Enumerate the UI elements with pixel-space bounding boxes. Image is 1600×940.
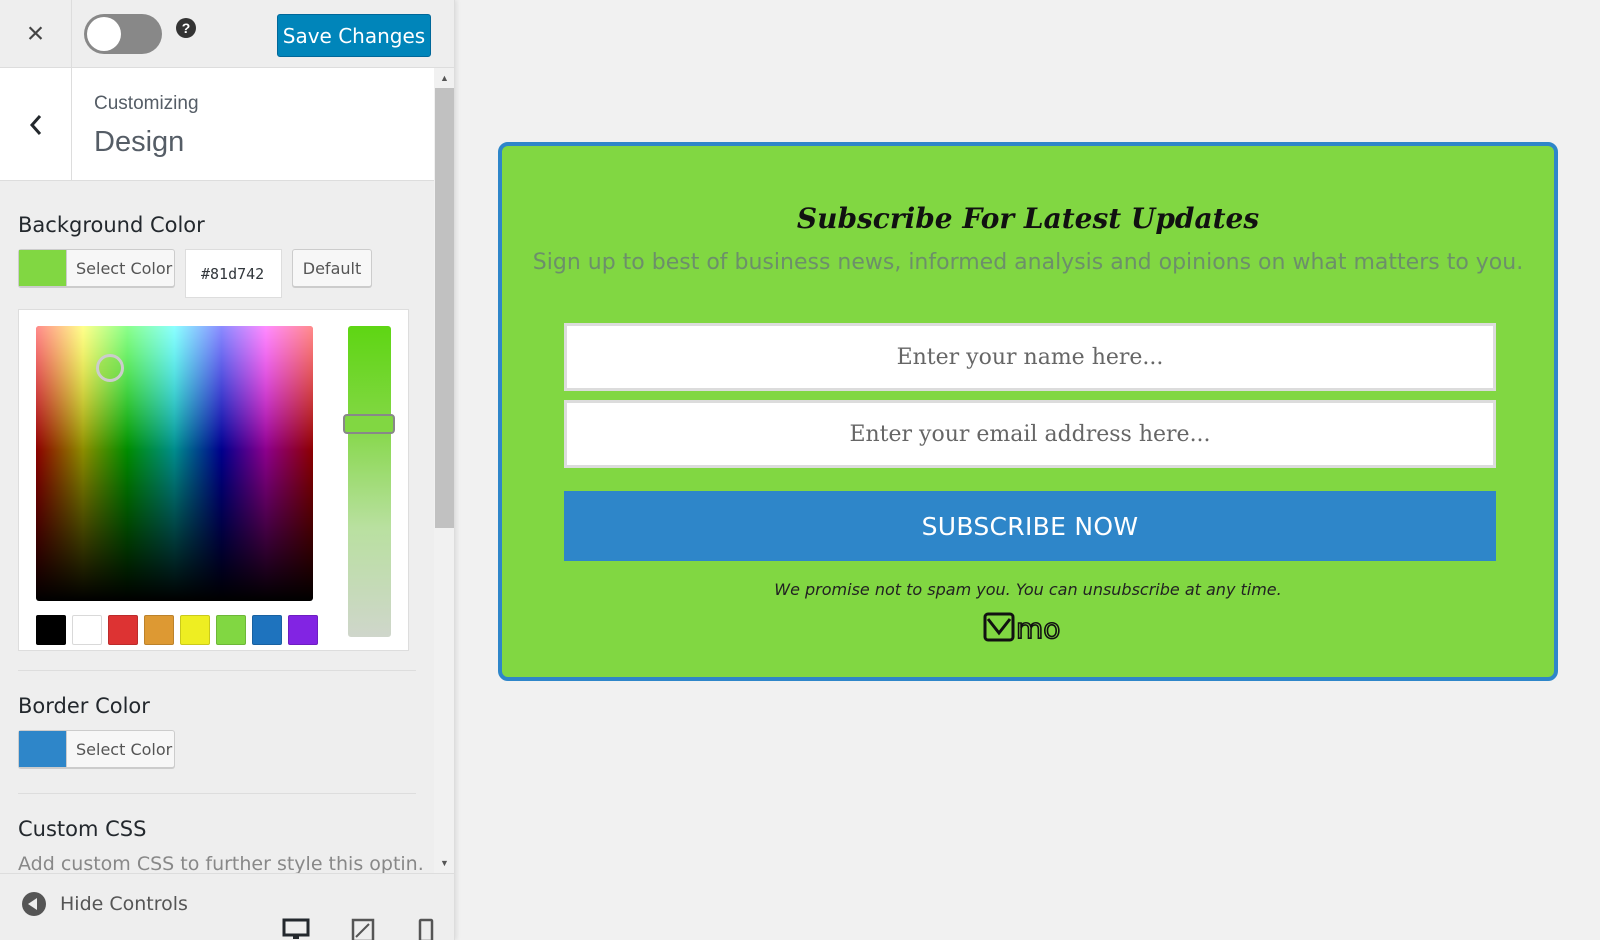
background-hex-input[interactable]: #81d742 <box>185 249 282 298</box>
no-spam-note: We promise not to spam you. You can unsu… <box>774 580 1282 599</box>
save-changes-button[interactable]: Save Changes <box>277 14 431 57</box>
background-color-select-button[interactable]: Select Color <box>18 249 175 287</box>
palette-swatch-black[interactable] <box>36 615 66 645</box>
toggle-knob <box>87 17 121 51</box>
scroll-down-arrow-icon[interactable]: ▼ <box>434 855 454 871</box>
select-color-label: Select Color <box>76 258 173 278</box>
color-palette <box>36 615 318 645</box>
palette-swatch-white[interactable] <box>72 615 102 645</box>
palette-swatch-blue[interactable] <box>252 615 282 645</box>
palette-swatch-orange[interactable] <box>144 615 174 645</box>
collapse-arrow-icon <box>22 892 46 916</box>
mailoptin-logo: mo <box>983 611 1061 643</box>
help-icon[interactable]: ? <box>176 18 196 38</box>
customizer-topbar: × ? Save Changes <box>0 0 454 68</box>
palette-swatch-green[interactable] <box>216 615 246 645</box>
optin-form-preview: Subscribe For Latest Updates Sign up to … <box>498 142 1558 681</box>
email-field[interactable]: Enter your email address here... <box>564 400 1496 468</box>
custom-css-label: Custom CSS <box>18 817 147 841</box>
lightness-slider-handle[interactable] <box>343 414 395 434</box>
section-divider <box>18 793 416 794</box>
optin-title: Subscribe For Latest Updates <box>796 202 1260 235</box>
border-color-select-button[interactable]: Select Color <box>18 730 175 768</box>
border-color-label: Border Color <box>18 694 150 718</box>
custom-css-hint: Add custom CSS to further style this opt… <box>18 853 424 875</box>
lightness-slider[interactable] <box>348 326 391 637</box>
hide-controls-label: Hide Controls <box>60 893 188 915</box>
palette-swatch-purple[interactable] <box>288 615 318 645</box>
section-title: Design <box>94 126 185 158</box>
palette-swatch-red[interactable] <box>108 615 138 645</box>
border-color-swatch <box>19 731 67 767</box>
scrollbar-thumb[interactable] <box>435 88 454 528</box>
chevron-left-icon <box>29 114 41 135</box>
mobile-icon[interactable] <box>412 918 440 940</box>
hide-controls-button[interactable]: Hide Controls <box>22 892 188 916</box>
background-color-swatch <box>19 250 67 286</box>
scroll-up-arrow-icon[interactable]: ▲ <box>434 70 454 86</box>
customizing-label: Customizing <box>94 93 199 114</box>
customizer-sidebar: × ? Save Changes Customizing Design ▲ ▼ … <box>0 0 455 940</box>
section-divider <box>18 670 416 671</box>
color-spectrum[interactable] <box>36 326 313 601</box>
default-color-button[interactable]: Default <box>292 249 372 287</box>
tablet-icon[interactable] <box>349 918 377 940</box>
back-button[interactable] <box>0 68 72 181</box>
color-picker <box>18 309 409 651</box>
palette-swatch-yellow[interactable] <box>180 615 210 645</box>
customizer-footer: Hide Controls <box>0 873 454 940</box>
name-field[interactable]: Enter your name here... <box>564 323 1496 391</box>
logo-text: mo <box>1016 612 1060 643</box>
select-color-label: Select Color <box>76 739 173 759</box>
desktop-icon[interactable] <box>282 918 310 940</box>
close-icon[interactable]: × <box>0 0 72 68</box>
optin-description: Sign up to best of business news, inform… <box>532 250 1524 275</box>
background-color-label: Background Color <box>18 213 205 237</box>
optin-status-toggle[interactable] <box>84 14 162 54</box>
subscribe-button[interactable]: SUBSCRIBE NOW <box>564 491 1496 561</box>
spectrum-handle[interactable] <box>96 354 124 382</box>
panel-header: Customizing Design <box>0 68 434 181</box>
